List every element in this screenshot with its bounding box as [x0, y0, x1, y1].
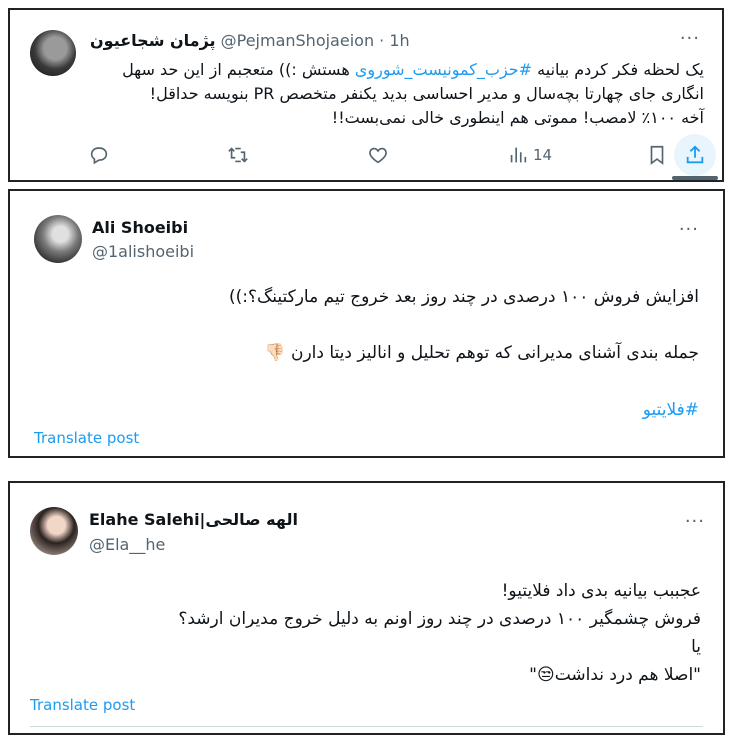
hashtag-link[interactable]: #حزب_کمونیست_شوروی — [355, 60, 532, 79]
like-button[interactable] — [367, 144, 389, 166]
retweet-icon — [228, 147, 248, 163]
text-segment: هستش :)) متعجبم از این حد سهل — [122, 60, 355, 79]
more-options-icon[interactable]: ··· — [680, 28, 700, 49]
retweet-button[interactable] — [227, 144, 249, 166]
translate-post-link[interactable]: Translate post — [30, 696, 135, 714]
views-button[interactable]: 14 — [507, 144, 552, 166]
text-segment: جمله بندی آشنای مدیرانی که توهم تحلیل و … — [290, 343, 699, 363]
tweet-text-line-1: عجببب بیانیه بدی داد فلایتیو! — [501, 581, 701, 601]
translate-post-link[interactable]: Translate post — [34, 429, 139, 447]
author-handle[interactable]: @1alishoeibi — [92, 242, 194, 261]
tweet-card-3[interactable]: Elahe Salehi|الهه صالحی @Ela__he ··· عجب… — [8, 481, 725, 735]
author-name[interactable]: Ali Shoeibi — [92, 218, 188, 237]
tweet-header: پژمان شجاعیون @PejmanShojaeion · 1h — [90, 31, 410, 50]
tweet-text-line-2: جمله بندی آشنای مدیرانی که توهم تحلیل و … — [264, 341, 699, 365]
more-options-icon[interactable]: ··· — [679, 219, 699, 240]
text-segment: یک لحظه فکر کردم بیانیه — [532, 60, 704, 79]
tweet-card-2[interactable]: Ali Shoeibi @1alishoeibi ··· افزایش فروش… — [8, 189, 725, 458]
tweet-text-line-2: انگاری جای چهارتا بچه‌سال و مدیر احساسی … — [149, 84, 704, 103]
avatar[interactable] — [34, 215, 82, 263]
share-button[interactable] — [674, 134, 716, 176]
heart-icon — [369, 147, 387, 164]
author-handle[interactable]: @Ela__he — [89, 535, 165, 554]
tweet-text-line-2: فروش چشمگیر ۱۰۰ درصدی در چند روز اونم به… — [178, 609, 701, 629]
divider — [30, 726, 703, 727]
separator-dot: · — [379, 31, 385, 50]
tweet-card-1[interactable]: پژمان شجاعیون @PejmanShojaeion · 1h ··· … — [8, 8, 724, 182]
share-underline — [672, 176, 718, 180]
hashtag-link[interactable]: #فلایتیو — [643, 398, 699, 422]
timestamp[interactable]: 1h — [389, 31, 409, 50]
author-name[interactable]: پژمان شجاعیون — [90, 31, 216, 50]
avatar[interactable] — [30, 30, 76, 76]
views-count: 14 — [533, 146, 553, 164]
share-icon — [686, 145, 704, 164]
tweet-text-line-3: آخه ۱۰۰٪ لامصب! مموتی هم اینطوری خالی نم… — [331, 108, 704, 127]
bookmark-icon — [650, 145, 664, 165]
reply-icon — [90, 147, 108, 165]
tweet-text-line-1: افزایش فروش ۱۰۰ درصدی در چند روز بعد خرو… — [228, 287, 699, 307]
tweet-text-line-4: "اصلا هم درد نداشت😒" — [529, 665, 701, 685]
tweet-text-line-3: یا — [691, 637, 701, 657]
author-handle[interactable]: @PejmanShojaeion — [221, 31, 374, 50]
more-options-icon[interactable]: ··· — [685, 511, 705, 532]
avatar[interactable] — [30, 507, 78, 555]
reply-button[interactable] — [88, 144, 110, 166]
tweet-text-line-1: یک لحظه فکر کردم بیانیه #حزب_کمونیست_شور… — [122, 58, 704, 82]
author-name[interactable]: Elahe Salehi|الهه صالحی — [89, 510, 298, 529]
bookmark-button[interactable] — [646, 144, 668, 166]
analytics-icon — [510, 147, 527, 163]
thumbs-down-icon: 👎🏻 — [264, 343, 286, 363]
